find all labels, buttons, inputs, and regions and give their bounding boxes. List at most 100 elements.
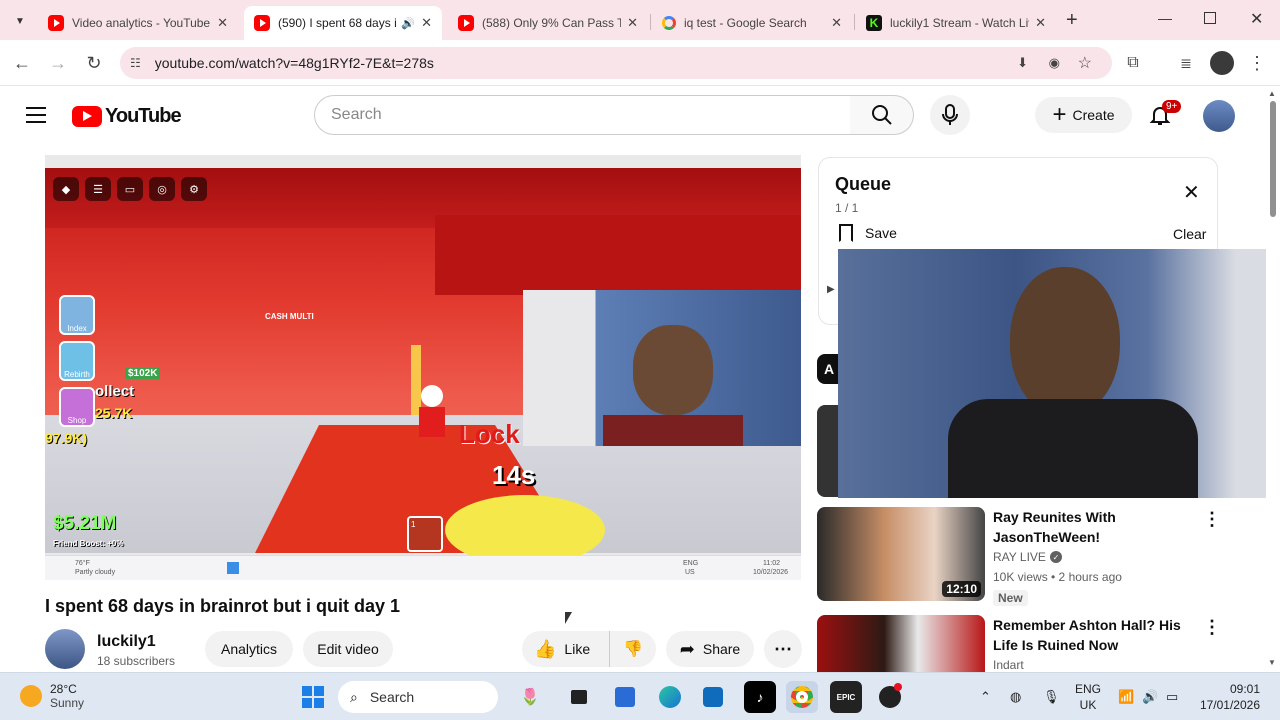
video-thumbnail[interactable] — [817, 615, 985, 672]
forward-icon[interactable]: → — [46, 51, 70, 75]
scroll-thumb[interactable] — [1270, 101, 1276, 217]
tab-kick-stream[interactable]: K luckily1 Stream - Watch Live on Kick ✕ — [856, 6, 1056, 40]
voice-search-button[interactable] — [930, 95, 970, 135]
more-actions-button[interactable]: ⋯ — [764, 630, 802, 668]
tulips-widget-icon[interactable]: 🌷 — [508, 681, 552, 713]
profile-avatar[interactable] — [1210, 51, 1234, 75]
address-bar[interactable]: ☷ youtube.com/watch?v=48g1RYf2-7E&t=278s… — [120, 47, 1112, 79]
analytics-button[interactable]: Analytics — [205, 631, 293, 667]
embedded-windows-icon — [227, 562, 239, 574]
tracking-protection-icon[interactable]: ◉ — [1049, 55, 1060, 71]
search-input[interactable]: Search — [314, 95, 851, 135]
recommendation-title[interactable]: Ray Reunites With JasonTheWeen! — [993, 507, 1193, 547]
shop-button[interactable]: Shop — [59, 387, 95, 427]
video-thumbnail[interactable]: 12:10 — [817, 507, 985, 601]
page-scrollbar[interactable]: ▲ ▼ — [1266, 87, 1280, 672]
volume-icon[interactable]: 🔊 — [1142, 689, 1158, 705]
epic-games-icon[interactable]: EPIC — [830, 681, 862, 713]
close-tab-icon[interactable]: ✕ — [831, 15, 842, 31]
bookmark-star-icon[interactable]: ☆ — [1078, 53, 1092, 73]
tab-iq-video[interactable]: (588) Only 9% Can Pass This IQ Test ✕ — [448, 6, 648, 40]
language-indicator[interactable]: ENG UK — [1075, 682, 1101, 712]
collect-value: 25.7K — [95, 405, 133, 421]
tab-search-icon[interactable]: ▼ — [8, 10, 32, 32]
video-player[interactable]: ◆ ☰ ▭ ◎ ⚙ Index Rebirth Shop CASH MULTI … — [45, 155, 801, 580]
microsoft-store-icon[interactable] — [609, 681, 641, 713]
save-queue-button[interactable]: Save — [839, 224, 897, 242]
new-tab-icon[interactable]: + — [1066, 9, 1078, 32]
close-window-icon[interactable]: ✕ — [1250, 9, 1263, 29]
start-button[interactable] — [297, 681, 329, 713]
url-text[interactable]: youtube.com/watch?v=48g1RYf2-7E&t=278s — [155, 55, 434, 71]
security-icon[interactable]: ◍ — [1010, 689, 1021, 705]
wifi-icon[interactable]: 📶 — [1118, 689, 1134, 705]
taskbar-search[interactable]: ⌕ Search — [338, 681, 498, 713]
show-hidden-icons[interactable]: ⌃ — [980, 689, 991, 705]
close-tab-icon[interactable]: ✕ — [217, 15, 228, 31]
recommendation-channel[interactable]: RAY LIVE ✓ — [993, 550, 1062, 564]
account-avatar[interactable] — [1203, 100, 1235, 132]
hamburger-menu-icon[interactable] — [26, 107, 46, 123]
more-options-icon[interactable]: ⋮ — [1203, 509, 1221, 530]
microphone-tray-icon[interactable]: 🎙 — [1043, 689, 1060, 705]
collect-cash-label: $102K — [125, 368, 161, 379]
more-options-icon[interactable]: ⋮ — [1203, 617, 1217, 638]
recommendation-title[interactable]: Remember Ashton Hall? His Life Is Ruined… — [993, 615, 1193, 655]
obs-icon[interactable] — [874, 681, 906, 713]
install-app-icon[interactable]: ⬇ — [1017, 55, 1028, 71]
outlook-icon[interactable] — [697, 681, 729, 713]
extensions-icon[interactable]: ⧉ — [1121, 51, 1145, 75]
notifications-button[interactable]: 9+ — [1148, 100, 1182, 129]
scroll-down-icon[interactable]: ▼ — [1268, 658, 1276, 667]
back-icon[interactable]: ← — [10, 51, 34, 75]
recommendation-item[interactable]: 12:10 Ray Reunites With JasonTheWeen! RA… — [817, 507, 1221, 606]
embedded-time: 11:02 — [763, 560, 780, 567]
recommendation-channel[interactable]: Indart — [993, 658, 1024, 672]
battery-icon[interactable]: ▭ — [1166, 689, 1178, 705]
hotbar-slot[interactable]: 1 — [407, 516, 443, 552]
tiktok-icon[interactable]: ♪ — [744, 681, 776, 713]
channel-name[interactable]: luckily1 — [97, 633, 156, 651]
tab-video-analytics[interactable]: Video analytics - YouTube Studio ✕ — [38, 6, 238, 40]
restore-icon[interactable] — [1204, 12, 1216, 24]
edge-icon[interactable] — [654, 681, 686, 713]
close-queue-icon[interactable]: ✕ — [1183, 180, 1200, 205]
scroll-up-icon[interactable]: ▲ — [1268, 89, 1276, 98]
close-tab-icon[interactable]: ✕ — [1035, 15, 1046, 31]
backpack-icon[interactable]: ◎ — [149, 177, 175, 201]
clock[interactable]: 09:01 17/01/2026 — [1196, 682, 1260, 712]
roblox-logo-icon[interactable]: ◆ — [53, 177, 79, 201]
search-button[interactable] — [850, 95, 914, 135]
rebirth-button[interactable]: Rebirth — [59, 341, 95, 381]
settings-icon[interactable]: ⚙ — [181, 177, 207, 201]
audio-playing-icon[interactable]: 🔊 — [401, 17, 415, 30]
chat-icon[interactable]: ▭ — [117, 177, 143, 201]
lang-label: ENG — [1075, 682, 1102, 696]
microphone-icon — [942, 104, 958, 125]
create-label: Create — [1072, 107, 1115, 123]
create-button[interactable]: + Create — [1035, 97, 1132, 133]
youtube-logo[interactable]: YouTube — [72, 105, 182, 128]
site-info-icon[interactable]: ☷ — [130, 56, 141, 70]
media-control-icon[interactable]: ≣ — [1174, 51, 1198, 75]
browser-menu-icon[interactable]: ⋮ — [1245, 51, 1269, 75]
chrome-icon[interactable] — [786, 681, 818, 713]
reload-icon[interactable]: ↻ — [82, 51, 106, 75]
like-button[interactable]: 👍 Like — [522, 631, 610, 667]
close-tab-icon[interactable]: ✕ — [627, 15, 638, 31]
tab-current-video[interactable]: (590) I spent 68 days in brainrot 🔊 ✕ — [244, 6, 442, 40]
close-tab-icon[interactable]: ✕ — [421, 15, 432, 31]
index-button[interactable]: Index — [59, 295, 95, 335]
clear-queue-button[interactable]: Clear — [1173, 226, 1206, 242]
dislike-button[interactable]: 👎 — [610, 631, 656, 667]
edit-video-button[interactable]: Edit video — [303, 631, 393, 667]
youtube-icon — [458, 15, 474, 31]
tab-google-search[interactable]: iq test - Google Search ✕ — [652, 6, 852, 40]
share-button[interactable]: ➦ Share — [666, 631, 754, 667]
weather-widget[interactable]: 28°C Sunny — [20, 682, 84, 710]
recommendation-item[interactable]: Remember Ashton Hall? His Life Is Ruined… — [817, 615, 1217, 672]
task-view-icon[interactable] — [563, 681, 595, 713]
hamburger-icon[interactable]: ☰ — [85, 177, 111, 201]
minimize-icon[interactable]: — — [1158, 10, 1172, 26]
channel-avatar[interactable] — [45, 629, 85, 669]
